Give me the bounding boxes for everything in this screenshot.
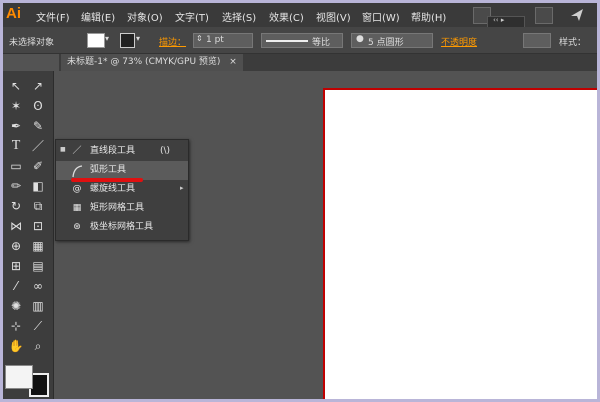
rectangular-grid-icon: ▦ xyxy=(72,203,82,213)
cc-panel-header: ‹‹ ▸ xyxy=(493,16,505,24)
close-icon[interactable]: × xyxy=(229,57,237,67)
hand-tool-icon[interactable]: ✋ xyxy=(6,337,26,355)
highlight-underline xyxy=(71,178,143,182)
brush-definition[interactable]: ● 5 点圆形 xyxy=(351,33,433,48)
eyedropper-tool-icon[interactable]: ⁄ xyxy=(6,277,26,295)
flyout-item-label: 极坐标网格工具 xyxy=(90,222,154,232)
opacity-field[interactable] xyxy=(523,33,551,48)
document-tab-title: 未标题-1* @ 73% (CMYK/GPU 预览) xyxy=(67,57,221,67)
app-window: Ai 文件(F) 编辑(E) 对象(O) 文字(T) 选择(S) 效果(C) 视… xyxy=(3,3,597,399)
mesh-tool-icon[interactable]: ⊞ xyxy=(6,257,26,275)
fill-color-swatch[interactable] xyxy=(5,365,33,389)
flyout-item-polar-grid[interactable]: ⊛ 极坐标网格工具 xyxy=(56,218,188,237)
flyout-item-label: 矩形网格工具 xyxy=(90,203,145,213)
shape-builder-tool-icon[interactable]: ⊕ xyxy=(6,237,26,255)
menu-window[interactable]: 窗口(W) xyxy=(362,9,400,24)
stroke-label[interactable]: 描边： xyxy=(159,35,186,48)
menu-help[interactable]: 帮助(H) xyxy=(411,9,446,24)
control-bar: 未选择对象 ▾ ▾ 描边： ⇕ 1 pt 等比 ● 5 点圆形 不透明度 样式： xyxy=(3,27,597,54)
lasso-tool-icon[interactable]: ʘ xyxy=(28,97,48,115)
free-transform-tool-icon[interactable]: ⊡ xyxy=(28,217,48,235)
menu-file[interactable]: 文件(F) xyxy=(36,9,70,24)
stroke-weight-field[interactable]: ⇕ 1 pt xyxy=(193,33,253,48)
selection-tool-icon[interactable]: ↖ xyxy=(6,77,26,95)
opacity-label[interactable]: 不透明度 xyxy=(441,35,477,48)
flyout-item-spiral[interactable]: @ 螺旋线工具 xyxy=(56,180,188,199)
menu-edit[interactable]: 编辑(E) xyxy=(81,9,115,24)
selection-status: 未选择对象 xyxy=(9,38,55,48)
stroke-dropdown-icon[interactable]: ▾ xyxy=(136,34,140,43)
rectangle-tool-icon[interactable]: ▭ xyxy=(6,157,26,175)
menu-object[interactable]: 对象(O) xyxy=(127,9,163,24)
type-tool-icon[interactable]: T xyxy=(6,137,26,155)
polar-grid-icon: ⊛ xyxy=(73,222,81,232)
document-tab-bar: 未标题-1* @ 73% (CMYK/GPU 预览) × xyxy=(59,54,597,71)
artboard[interactable] xyxy=(323,88,597,399)
app-logo: Ai xyxy=(6,5,21,22)
blend-tool-icon[interactable]: ∞ xyxy=(28,277,48,295)
flyout-item-rectangular-grid[interactable]: ▦ 矩形网格工具 xyxy=(56,199,188,218)
menu-type[interactable]: 文字(T) xyxy=(175,9,209,24)
fill-swatch[interactable] xyxy=(87,33,105,48)
document-tab[interactable]: 未标题-1* @ 73% (CMYK/GPU 预览) × xyxy=(61,54,243,71)
scale-tool-icon[interactable]: ⧉ xyxy=(28,197,48,215)
direct-selection-tool-icon[interactable]: ↗ xyxy=(28,77,48,95)
shaper-tool-icon[interactable]: ✏ xyxy=(6,177,26,195)
flyout-item-label: 螺旋线工具 xyxy=(90,184,136,194)
profile-label: 等比 xyxy=(312,38,331,48)
magic-wand-tool-icon[interactable]: ✶ xyxy=(6,97,26,115)
stroke-weight-value: 1 pt xyxy=(206,35,224,45)
workspace-icon[interactable] xyxy=(535,7,553,24)
width-tool-icon[interactable]: ⋈ xyxy=(6,217,26,235)
symbol-sprayer-tool-icon[interactable]: ✺ xyxy=(6,297,26,315)
menu-view[interactable]: 视图(V) xyxy=(316,9,351,24)
profile-preview xyxy=(266,40,308,42)
slice-tool-icon[interactable]: ⟋ xyxy=(28,317,48,335)
send-icon[interactable] xyxy=(569,7,585,23)
curvature-tool-icon[interactable]: ✎ xyxy=(28,117,48,135)
menu-select[interactable]: 选择(S) xyxy=(222,9,256,24)
gradient-tool-icon[interactable]: ▤ xyxy=(28,257,48,275)
eraser-tool-icon[interactable]: ◧ xyxy=(28,177,48,195)
flyout-item-line-segment[interactable]: ／ 直线段工具 (\) xyxy=(56,142,188,161)
rotate-tool-icon[interactable]: ↻ xyxy=(6,197,26,215)
perspective-grid-tool-icon[interactable]: ▦ xyxy=(28,237,48,255)
flyout-item-shortcut: (\) xyxy=(160,146,171,156)
line-segment-tool-icon[interactable]: ／ xyxy=(28,137,48,155)
stroke-weight-stepper-icon[interactable]: ⇕ xyxy=(196,34,203,43)
menu-effect[interactable]: 效果(C) xyxy=(269,9,304,24)
column-graph-tool-icon[interactable]: ▥ xyxy=(28,297,48,315)
tools-panel: ↖ ↗ ✶ ʘ ✒ ✎ T ／ ▭ ✐ ✏ ◧ ↻ ⧉ ⋈ ⊡ ⊕ ▦ ⊞ ▤ … xyxy=(3,71,54,399)
style-label: 样式： xyxy=(559,38,587,48)
paintbrush-tool-icon[interactable]: ✐ xyxy=(28,157,48,175)
line-segment-icon: ／ xyxy=(72,146,82,156)
fill-dropdown-icon[interactable]: ▾ xyxy=(105,34,109,43)
stroke-swatch[interactable] xyxy=(120,33,135,48)
flyout-item-label: 直线段工具 xyxy=(90,146,136,156)
variable-width-profile[interactable]: 等比 xyxy=(261,33,343,48)
pen-tool-icon[interactable]: ✒ xyxy=(6,117,26,135)
brush-label: 5 点圆形 xyxy=(368,38,404,48)
line-tools-flyout: ■ ▸ ／ 直线段工具 (\) 弧形工具 @ 螺旋线工具 ▦ 矩形网格工具 ⊛ … xyxy=(55,139,189,241)
spiral-icon: @ xyxy=(72,184,82,194)
zoom-tool-icon[interactable]: ⌕ xyxy=(28,337,48,355)
brush-dot-icon: ● xyxy=(356,34,364,44)
artboard-tool-icon[interactable]: ⊹ xyxy=(6,317,26,335)
